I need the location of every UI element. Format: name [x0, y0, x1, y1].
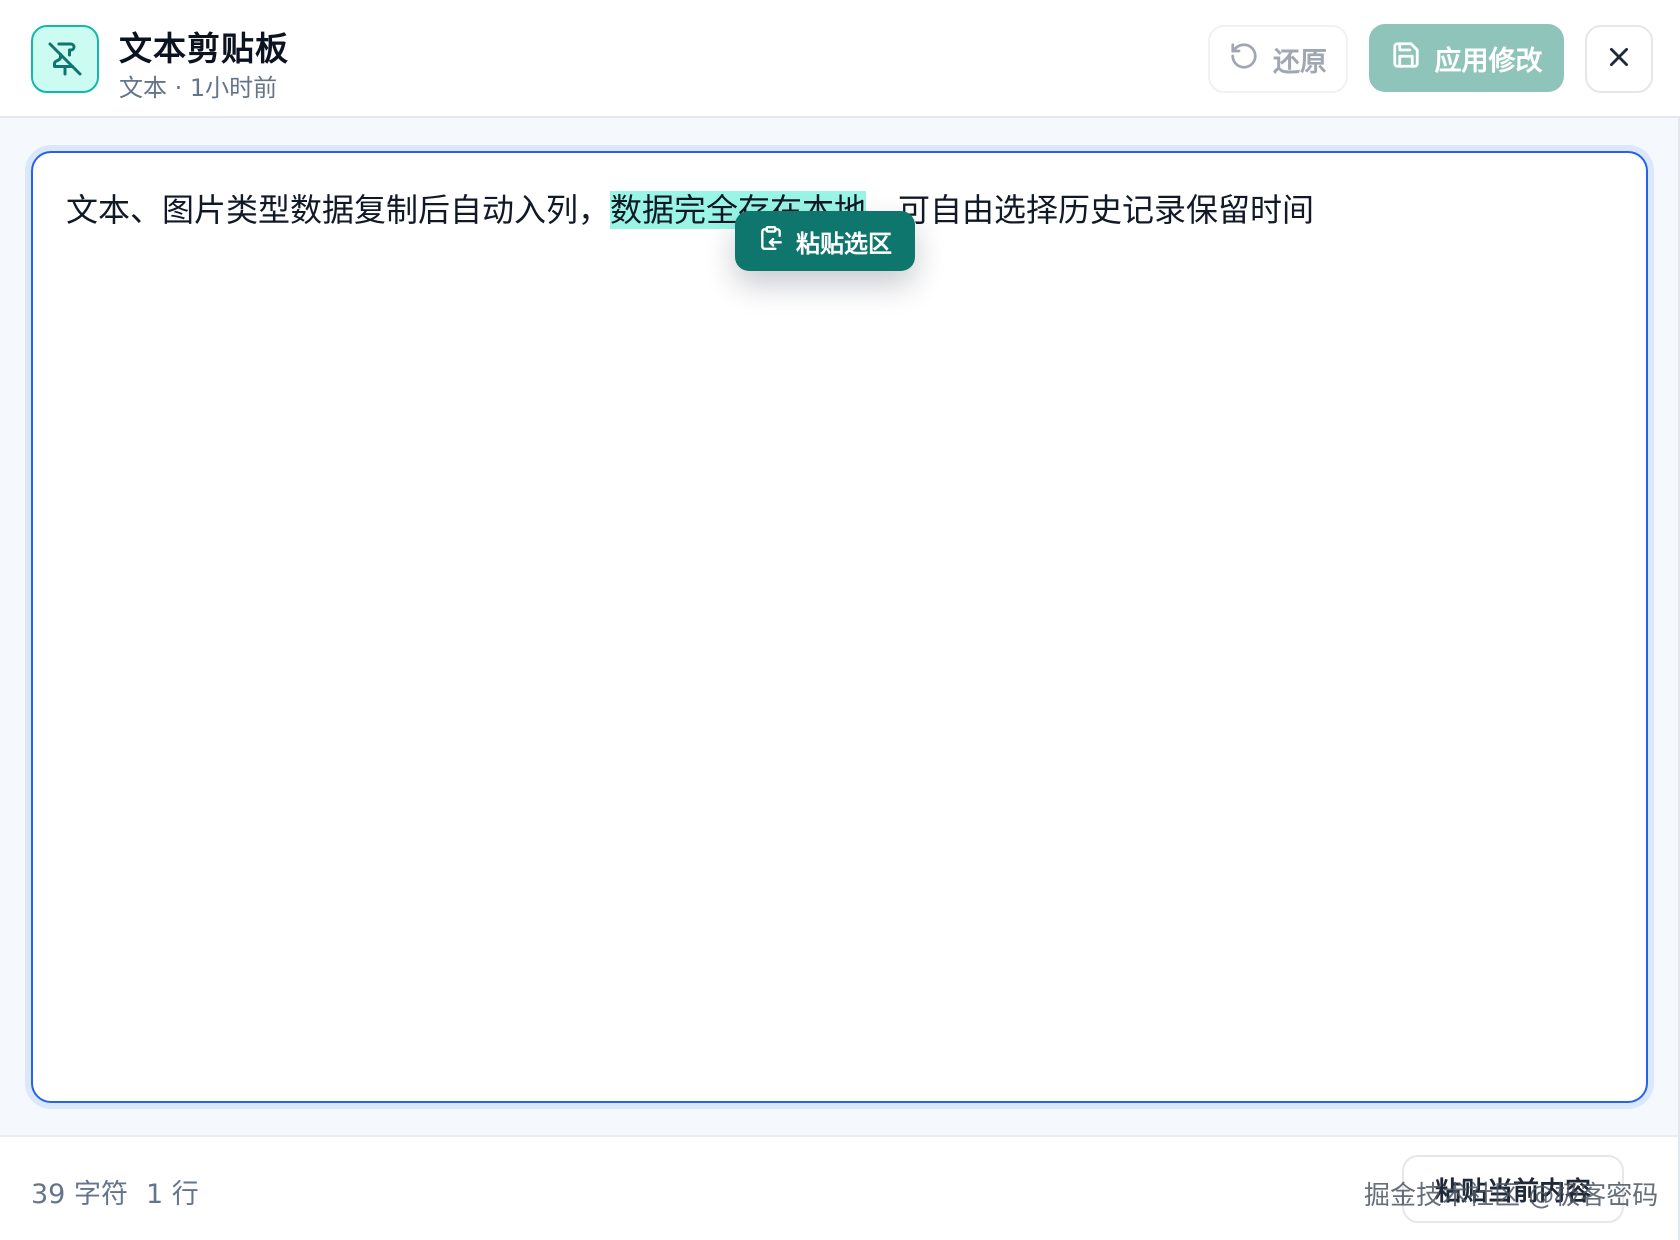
undo-icon [1229, 41, 1259, 78]
restore-button[interactable]: 还原 [1208, 25, 1348, 93]
editor-text-after: ，可自由选择历史记录保留时间 [866, 191, 1315, 229]
pin-off-icon[interactable] [31, 25, 99, 93]
header: 文本剪贴板 文本 · 1小时前 还原 应用修改 [0, 0, 1680, 118]
char-count: 39 字符 [31, 1179, 128, 1210]
clipboard-editor-window: 文本剪贴板 文本 · 1小时前 还原 应用修改 文本、图片类型数据复制后自动入列… [0, 0, 1680, 1240]
page-title: 文本剪贴板 [119, 29, 289, 68]
line-count: 1 行 [146, 1179, 199, 1210]
clipboard-paste-icon [758, 225, 784, 257]
page-subtitle: 文本 · 1小时前 [119, 74, 278, 102]
close-icon [1606, 44, 1632, 74]
paste-selection-button[interactable]: 粘贴选区 [735, 211, 915, 271]
editor-content[interactable]: 文本、图片类型数据复制后自动入列，数据完全存在本地，可自由选择历史记录保留时间 [66, 188, 1314, 232]
editor-text-before: 文本、图片类型数据复制后自动入列， [66, 191, 611, 229]
save-icon [1391, 40, 1421, 77]
apply-changes-label: 应用修改 [1434, 45, 1543, 77]
text-editor[interactable]: 文本、图片类型数据复制后自动入列，数据完全存在本地，可自由选择历史记录保留时间 [31, 151, 1648, 1103]
paste-selection-label: 粘贴选区 [796, 229, 892, 258]
footer: 39 字符 1 行 粘贴当前内容 掘金技术社区 @极客密码 [0, 1135, 1678, 1240]
restore-label: 还原 [1273, 46, 1327, 78]
apply-changes-button[interactable]: 应用修改 [1369, 24, 1564, 92]
close-button[interactable] [1585, 25, 1653, 93]
watermark: 掘金技术社区 @极客密码 [1364, 1181, 1659, 1211]
